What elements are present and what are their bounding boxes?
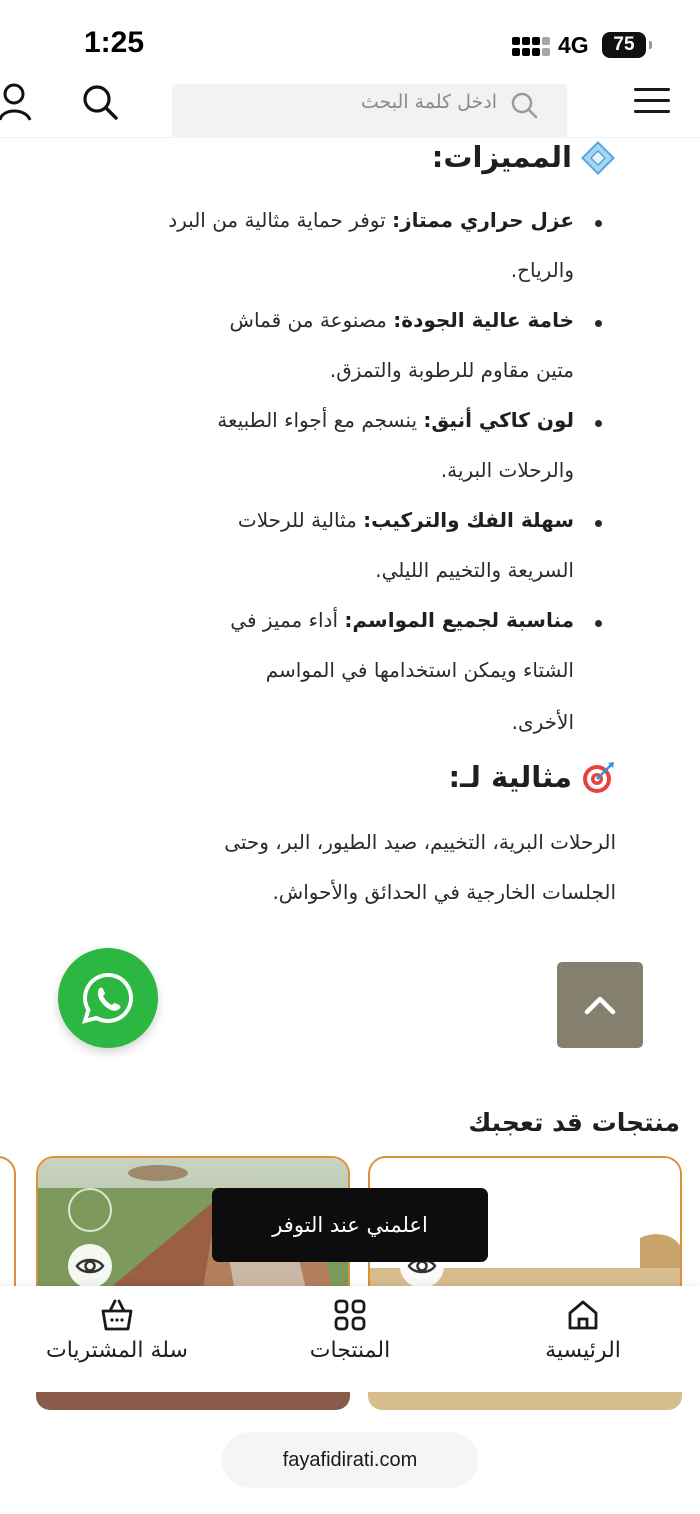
status-time: 1:25 (84, 26, 145, 59)
grid-icon (334, 1299, 366, 1331)
shopping-basket-icon (101, 1299, 133, 1331)
feature-item: مناسبة لجميع المواسم: أداء مميز في (230, 608, 574, 632)
nav-item-home[interactable]: الرئيسية (510, 1286, 656, 1392)
nav-label-cart: سلة المشتريات (46, 1338, 188, 1363)
ideal-for-text: الجلسات الخارجية في الحدائق والأحواش. (272, 880, 616, 904)
diamond-emoji-icon (581, 141, 615, 175)
whatsapp-icon (82, 972, 133, 1024)
chevron-up-icon (584, 996, 616, 1015)
feature-item-bold: سهلة الفك والتركيب: (363, 508, 574, 532)
feature-item: خامة عالية الجودة: مصنوعة من قماش (230, 308, 574, 332)
bullet-dot (595, 420, 602, 427)
wishlist-icon[interactable] (68, 1188, 112, 1232)
feature-item: لون كاكي أنيق: ينسجم مع أجواء الطبيعة (217, 408, 574, 432)
bullet-dot (595, 520, 602, 527)
feature-item: عزل حراري ممتاز: توفر حماية مثالية من ال… (168, 208, 574, 232)
target-dart-emoji-icon (583, 762, 614, 793)
notify-when-available-button[interactable]: اعلمني عند التوفر (212, 1188, 488, 1262)
card-peek (36, 1392, 350, 1410)
feature-item-cont: والرياح. (510, 258, 574, 282)
feature-item: سهلة الفك والتركيب: مثالية للرحلات (238, 508, 574, 532)
nav-item-cart[interactable]: سلة المشتريات (20, 1286, 214, 1392)
feature-item-text: توفر حماية مثالية من البرد (168, 208, 393, 232)
bullet-dot (595, 220, 602, 227)
bottom-navigation: الرئيسية المنتجات سلة المشتريات (0, 1286, 700, 1392)
whatsapp-chat-button[interactable] (58, 948, 158, 1048)
feature-item-bold: عزل حراري ممتاز: (392, 208, 574, 232)
feature-item-bold: مناسبة لجميع المواسم: (344, 608, 574, 632)
features-heading: المميزات: (431, 140, 572, 174)
feature-item-text: مثالية للرحلات (237, 508, 364, 532)
feature-item-bold: خامة عالية الجودة: (393, 308, 574, 332)
feature-item-bold: لون كاكي أنيق: (423, 408, 574, 432)
battery-level: 75 (613, 34, 635, 55)
scroll-to-top-button[interactable] (557, 962, 643, 1048)
feature-item-cont: والرحلات البرية. (440, 458, 574, 482)
network-type: 4G (558, 32, 589, 58)
site-header (0, 80, 700, 138)
feature-item-cont: السريعة والتخييم الليلي. (375, 558, 574, 582)
feature-item-cont: الشتاء ويمكن استخدامها في المواسم (265, 658, 574, 682)
feature-item-cont: متين مقاوم للرطوبة والتمزق. (329, 358, 574, 382)
feature-item-text: أداء مميز في (230, 608, 345, 632)
card-peek (368, 1392, 682, 1410)
nav-item-products[interactable]: المنتجات (280, 1286, 420, 1392)
hamburger-menu-icon[interactable] (634, 84, 674, 116)
nav-label-home: الرئيسية (545, 1338, 621, 1363)
battery-icon: 75 (602, 32, 652, 58)
quick-view-eye-icon[interactable] (68, 1244, 112, 1288)
search-input[interactable] (172, 84, 567, 120)
bullet-dot (595, 320, 602, 327)
haraj-watermark (500, 1466, 690, 1510)
feature-item-text: مصنوعة من قماش (229, 308, 394, 332)
cellular-signal-icon (512, 34, 550, 58)
home-icon (568, 1300, 598, 1330)
browser-url-bar[interactable]: fayafidirati.com (222, 1432, 478, 1488)
ideal-for-text: الرحلات البرية، التخييم، صيد الطيور، الب… (224, 830, 616, 854)
search-icon[interactable] (80, 82, 120, 122)
feature-item-text: ينسجم مع أجواء الطبيعة (217, 408, 424, 432)
feature-item-cont: الأخرى. (511, 710, 574, 734)
user-account-icon[interactable] (0, 82, 34, 122)
status-bar: 1:25 4G 75 (0, 0, 700, 80)
nav-label-products: المنتجات (309, 1338, 391, 1363)
recommendations-heading: منتجات قد تعجبك (468, 1108, 680, 1137)
bullet-dot (595, 620, 602, 627)
search-box (172, 84, 567, 137)
ideal-for-heading: مثالية لـ: (448, 760, 573, 794)
search-icon[interactable] (509, 90, 539, 120)
